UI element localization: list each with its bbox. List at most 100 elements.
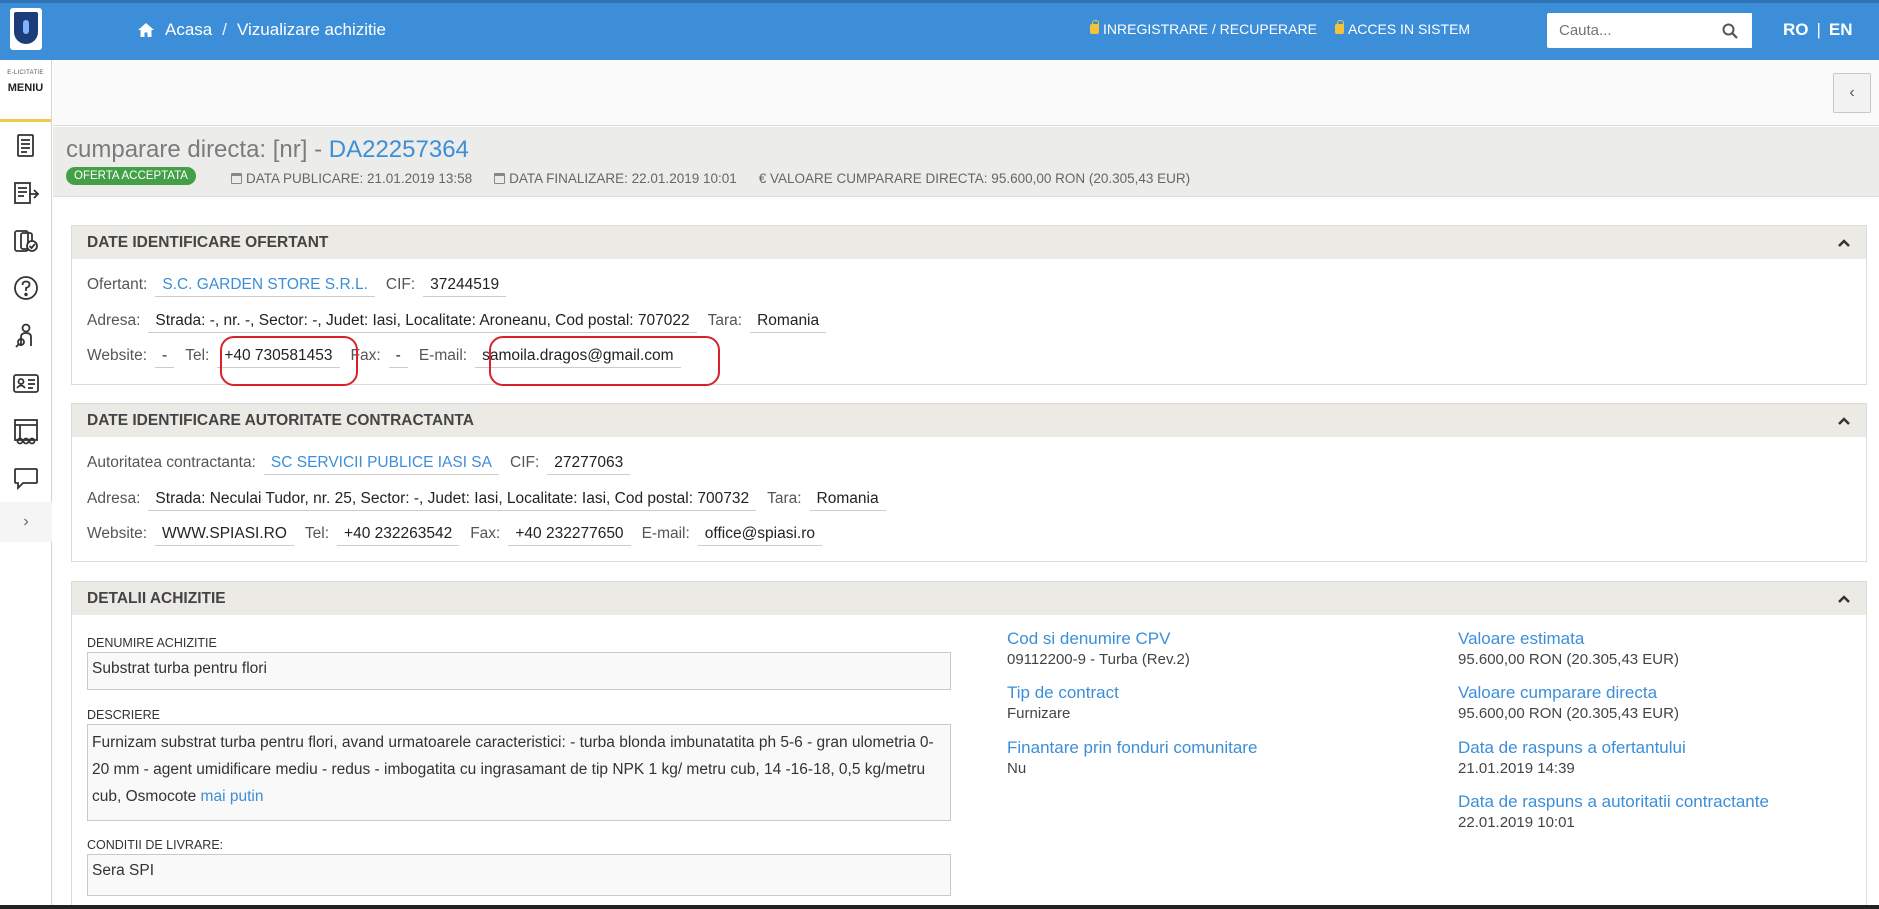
register-link[interactable]: INREGISTRARE / RECUPERARE xyxy=(1090,20,1317,37)
calendar-icon xyxy=(231,173,242,184)
app-logo[interactable] xyxy=(10,8,42,50)
list-export-icon xyxy=(14,182,40,205)
final-date-text: DATA FINALIZARE: 22.01.2019 10:01 xyxy=(509,171,737,186)
authority-reply-label: Data de raspuns a autoritatii contractan… xyxy=(1458,792,1769,811)
sidebar-item-list-export[interactable] xyxy=(0,170,52,218)
website-label: Website: xyxy=(87,347,148,364)
top-accent-line xyxy=(0,0,1879,3)
procurement-name-label: DENUMIRE ACHIZITIE xyxy=(87,636,217,650)
tel-label: Tel: xyxy=(304,525,330,542)
calendar-icon xyxy=(494,173,506,184)
authority-panel-title: DATE IDENTIFICARE AUTORITATE CONTRACTANT… xyxy=(87,412,474,429)
sidebar-item-id-card[interactable] xyxy=(0,360,52,408)
direct-value-text: € VALOARE CUMPARARE DIRECTA: 95.600,00 R… xyxy=(758,171,1191,186)
email-label: E-mail: xyxy=(418,347,468,364)
breadcrumb-current: Vizualizare achizitie xyxy=(236,20,386,39)
cpv-label: Cod si denumire CPV xyxy=(1007,629,1171,648)
sidebar-item-clipboard[interactable] xyxy=(0,217,52,265)
highlight-phone-circle xyxy=(220,336,358,386)
authority-tel: +40 232263542 xyxy=(337,525,460,546)
chevron-up-icon[interactable] xyxy=(1836,404,1852,437)
chevron-up-icon[interactable] xyxy=(1836,582,1852,615)
bidder-name-link[interactable]: S.C. GARDEN STORE S.R.L. xyxy=(155,276,375,297)
cif-label: CIF: xyxy=(510,454,540,471)
authority-label: Autoritatea contractanta: xyxy=(87,454,256,471)
authority-row-contact: Website: WWW.SPIASI.RO Tel: +40 23226354… xyxy=(87,525,833,546)
sidebar-item-documents[interactable] xyxy=(0,122,52,170)
tel-label: Tel: xyxy=(185,347,210,364)
sidebar-item-help[interactable] xyxy=(0,265,52,313)
sidebar-brand: E-LICITATIE xyxy=(7,70,44,76)
email-label: E-mail: xyxy=(641,525,690,542)
details-panel-title: DETALII ACHIZITIE xyxy=(87,590,226,607)
authority-cif: 27277063 xyxy=(547,454,631,475)
sidebar-menu-header[interactable]: E-LICITATIE MENIU xyxy=(0,60,51,122)
delivery-field: Sera SPI xyxy=(87,854,951,896)
breadcrumb: Acasa / Vizualizare achizitie xyxy=(137,20,386,40)
search-icon[interactable] xyxy=(1722,23,1738,39)
details-panel-header[interactable]: DETALII ACHIZITIE xyxy=(72,582,1866,615)
direct-value: € VALOARE CUMPARARE DIRECTA: 95.600,00 R… xyxy=(759,171,1190,186)
authority-panel-header[interactable]: DATE IDENTIFICARE AUTORITATE CONTRACTANT… xyxy=(72,404,1866,437)
bidder-panel-header[interactable]: DATE IDENTIFICARE OFERTANT xyxy=(72,226,1866,259)
taskbar-edge xyxy=(0,905,1879,909)
authority-country: Romania xyxy=(809,490,886,511)
id-card-icon xyxy=(13,374,39,394)
authority-fax: +40 232277650 xyxy=(508,525,631,546)
procurement-name-field: Substrat turba pentru flori xyxy=(87,652,951,690)
publish-date: DATA PUBLICARE: 21.01.2019 13:58 xyxy=(231,171,472,186)
estimated-value-label: Valoare estimata xyxy=(1458,629,1585,648)
cpv-value: 09112200-9 - Turba (Rev.2) xyxy=(1007,651,1190,668)
breadcrumb-home-link[interactable]: Acasa xyxy=(165,20,212,40)
fax-label: Fax: xyxy=(470,525,501,542)
highlight-email-circle xyxy=(489,336,720,386)
contract-type-value: Furnizare xyxy=(1007,705,1071,722)
authority-name-link[interactable]: SC SERVICII PUBLICE IASI SA xyxy=(263,454,499,475)
lock-icon xyxy=(1334,20,1344,34)
sidebar-menu-label: MENIU xyxy=(7,82,44,94)
show-less-link[interactable]: mai putin xyxy=(201,788,264,805)
authority-reply-date: 22.01.2019 10:01 xyxy=(1458,814,1575,831)
bidder-cif: 37244519 xyxy=(423,276,507,297)
details-panel: DETALII ACHIZITIE DENUMIRE ACHIZITIE Sub… xyxy=(71,581,1867,909)
language-divider xyxy=(1750,13,1752,48)
procurement-code: DA22257364 xyxy=(328,136,469,163)
description-label: DESCRIERE xyxy=(87,708,160,722)
contract-type-info: Tip de contract Furnizare xyxy=(1007,683,1119,722)
cpv-info: Cod si denumire CPV 09112200-9 - Turba (… xyxy=(1007,629,1190,668)
country-label: Tara: xyxy=(767,490,802,507)
direct-value-label: Valoare cumparare directa xyxy=(1458,683,1658,702)
delivery-label: CONDITII DE LIVRARE: xyxy=(87,838,224,852)
collapse-panel-button[interactable]: ‹ xyxy=(1833,73,1871,113)
publish-date-text: DATA PUBLICARE: 21.01.2019 13:58 xyxy=(246,171,473,186)
sidebar-item-user-search[interactable] xyxy=(0,312,52,360)
lang-ro-link[interactable]: RO xyxy=(1783,20,1809,40)
authority-row-name: Autoritatea contractanta: SC SERVICII PU… xyxy=(87,454,641,475)
bidder-website: - xyxy=(155,347,175,368)
contract-type-label: Tip de contract xyxy=(1007,683,1119,702)
chevron-up-icon[interactable] xyxy=(1836,226,1852,259)
procurement-header: cumparare directa: [nr] - DA22257364 OFE… xyxy=(53,127,1879,197)
login-link[interactable]: ACCES IN SISTEM xyxy=(1334,20,1470,37)
cif-label: CIF: xyxy=(385,276,416,293)
search-input[interactable] xyxy=(1547,13,1717,48)
lang-separator: | xyxy=(1816,20,1821,39)
register-link-label: INREGISTRARE / RECUPERARE xyxy=(1103,21,1317,37)
documents-icon xyxy=(17,133,34,157)
chat-icon xyxy=(14,468,38,491)
user-search-icon xyxy=(15,323,32,348)
sidebar-item-catalog[interactable] xyxy=(0,407,52,455)
bidder-address: Strada: -, nr. -, Sector: -, Judet: Iasi… xyxy=(148,312,697,333)
bidder-reply-info: Data de raspuns a ofertantului 21.01.201… xyxy=(1458,738,1686,777)
bidder-row-name: Ofertant: S.C. GARDEN STORE S.R.L. CIF: … xyxy=(87,276,517,297)
toolbar: ‹ xyxy=(53,60,1879,126)
bidder-reply-date: 21.01.2019 14:39 xyxy=(1458,760,1575,777)
status-badge: OFERTA ACCEPTATA xyxy=(66,167,196,185)
language-switch: RO | EN xyxy=(1783,20,1853,40)
direct-value-amount: 95.600,00 RON (20.305,43 EUR) xyxy=(1458,705,1679,722)
sidebar-item-chat[interactable] xyxy=(0,455,52,503)
lang-en-link[interactable]: EN xyxy=(1829,20,1853,40)
home-icon xyxy=(138,23,154,37)
procurement-meta: DATA PUBLICARE: 21.01.2019 13:58 DATA FI… xyxy=(231,171,1190,186)
sidebar-expand-button[interactable]: › xyxy=(0,502,52,542)
